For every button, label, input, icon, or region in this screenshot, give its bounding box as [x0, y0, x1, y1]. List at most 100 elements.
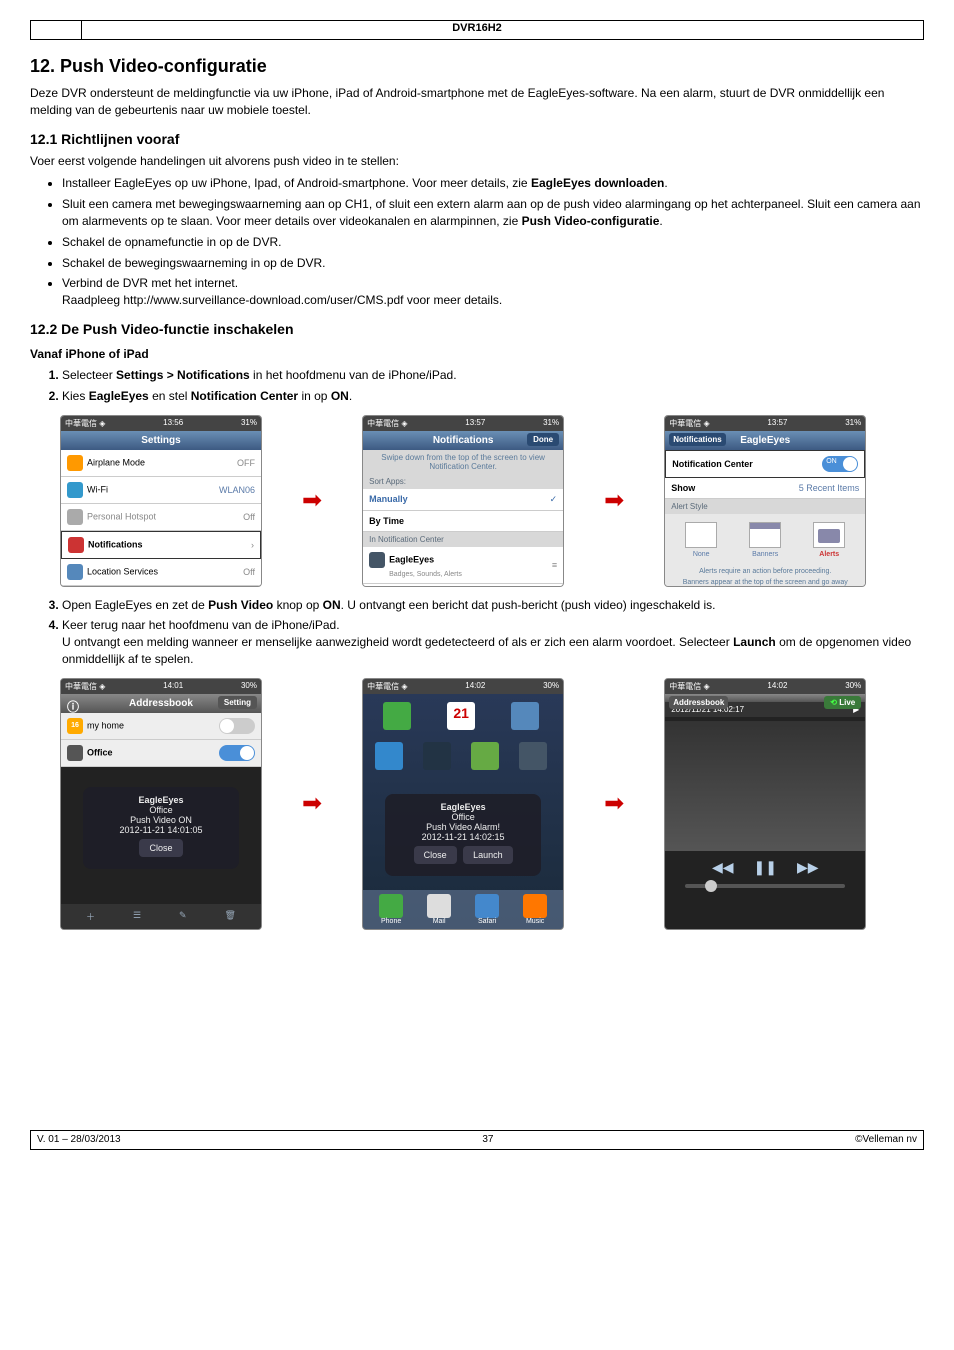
- slider[interactable]: [665, 884, 865, 888]
- phone-settings-screen: 中華電信 ◈13:5631% Settings Airplane ModeOFF…: [60, 415, 262, 587]
- notifications-icon: [68, 537, 84, 553]
- section-12-2-heading: 12.2 De Push Video-functie inschakelen: [30, 321, 924, 337]
- status-bar: 中華電信 ◈13:5631%: [61, 416, 261, 431]
- app-icons: 21: [363, 694, 563, 738]
- music-dock-icon[interactable]: Music: [523, 894, 547, 925]
- section-12-intro: Deze DVR ondersteunt de meldingfunctie v…: [30, 85, 924, 119]
- step-4: Keer terug naar het hoofdmenu van de iPh…: [62, 617, 924, 667]
- playback-controls: ◀◀ ❚❚ ▶▶: [665, 851, 865, 884]
- app-icon[interactable]: [423, 742, 451, 770]
- rewind-button[interactable]: ◀◀: [712, 859, 734, 876]
- bullet-1-bold: EagleEyes downloaden: [531, 176, 664, 190]
- steps-list: Selecteer Settings > Notifications in he…: [30, 367, 924, 405]
- bullet-3: Schakel de opnamefunctie in op de DVR.: [62, 234, 924, 251]
- launch-button[interactable]: Launch: [463, 846, 513, 864]
- hotspot-icon: [67, 509, 83, 525]
- calendar-app-icon[interactable]: 21: [447, 702, 475, 730]
- bullet-1: Installeer EagleEyes op uw iPhone, Ipad,…: [62, 175, 924, 192]
- app-icon[interactable]: [471, 742, 499, 770]
- status-bar: 中華電信 ◈14:0230%: [363, 679, 563, 694]
- swipe-hint: Swipe down from the top of the screen to…: [363, 450, 563, 474]
- step-3: Open EagleEyes en zet de Push Video knop…: [62, 597, 924, 614]
- office-toggle[interactable]: [219, 745, 255, 761]
- bullet-2-text: Sluit een camera met bewegingswaarneming…: [62, 197, 921, 228]
- hotspot-row[interactable]: Personal HotspotOff: [61, 504, 261, 531]
- office-row[interactable]: Office: [61, 740, 261, 767]
- pause-button[interactable]: ❚❚: [753, 859, 776, 876]
- done-button[interactable]: Done: [527, 433, 559, 446]
- back-button[interactable]: Notifications: [669, 433, 725, 446]
- wifi-row[interactable]: Wi-FiWLAN06: [61, 477, 261, 504]
- close-button[interactable]: Close: [139, 839, 182, 857]
- notif-center-row[interactable]: Notification CenterON: [665, 450, 865, 478]
- list-icon[interactable]: ☰: [133, 910, 141, 923]
- info-icon[interactable]: ⓘ: [67, 698, 79, 715]
- trash-icon[interactable]: 🗑: [225, 910, 236, 923]
- bullet-2-bold: Push Video-configuratie: [522, 214, 660, 228]
- status-bar: 中華電信 ◈14:0130%: [61, 679, 261, 694]
- carrier-row[interactable]: Carrier Chunghwa Telecom›: [61, 586, 261, 587]
- screenshot-row-1: 中華電信 ◈13:5631% Settings Airplane ModeOFF…: [30, 415, 924, 587]
- arrow-icon: ➡: [604, 486, 624, 515]
- push-alert: EagleEyes Office Push Video ON 2012-11-2…: [83, 787, 239, 869]
- push-alarm-alert: EagleEyes Office Push Video Alarm! 2012-…: [385, 794, 541, 876]
- show-row[interactable]: Show5 Recent Items: [665, 478, 865, 499]
- step-1: Selecteer Settings > Notifications in he…: [62, 367, 924, 384]
- section-12-2-sub: Vanaf iPhone of iPad: [30, 347, 924, 361]
- weather-row[interactable]: Weather Widget≡: [363, 584, 563, 587]
- phone-addressbook-alert: 中華電信 ◈14:0130% ⓘAddressbookSetting 16my …: [60, 678, 262, 930]
- app-icon[interactable]: [375, 742, 403, 770]
- alert-title: EagleEyes: [441, 802, 486, 812]
- live-button[interactable]: ⟲ Live: [824, 696, 861, 709]
- bytime-row[interactable]: By Time: [363, 511, 563, 532]
- manually-row[interactable]: Manually✓: [363, 489, 563, 511]
- bullet-1-text: Installeer EagleEyes op uw iPhone, Ipad,…: [62, 176, 531, 190]
- footer-version: V. 01 – 28/03/2013: [37, 1134, 121, 1145]
- airplane-mode-row[interactable]: Airplane ModeOFF: [61, 450, 261, 477]
- nav-title: ⓘAddressbookSetting: [61, 694, 261, 713]
- video-frame: [665, 721, 865, 851]
- status-bar: 中華電信 ◈13:5731%: [363, 416, 563, 431]
- airplane-icon: [67, 455, 83, 471]
- page-footer: V. 01 – 28/03/2013 37 ©Velleman nv: [30, 1130, 924, 1150]
- wifi-icon: [67, 482, 83, 498]
- header-title: DVR16H2: [452, 22, 502, 34]
- nav-title: NotificationsDone: [363, 431, 563, 450]
- mail-dock-icon[interactable]: Mail: [427, 894, 451, 925]
- notifications-row[interactable]: Notifications›: [61, 531, 261, 559]
- photos-app-icon[interactable]: [511, 702, 539, 730]
- eagleeyes-icon: [369, 552, 385, 568]
- edit-icon[interactable]: ✎: [179, 910, 187, 923]
- style-banners[interactable]: Banners: [749, 522, 781, 558]
- sort-apps-label: Sort Apps:: [363, 474, 563, 489]
- header-divider: [81, 21, 82, 39]
- phone-dock-icon[interactable]: Phone: [379, 894, 403, 925]
- close-button[interactable]: Close: [414, 846, 457, 864]
- notif-center-toggle[interactable]: ON: [822, 456, 858, 472]
- eagleeyes-row[interactable]: EagleEyesBadges, Sounds, Alerts≡: [363, 547, 563, 584]
- status-bar: 中華電信 ◈13:5731%: [665, 416, 865, 431]
- style-none[interactable]: None: [685, 522, 717, 558]
- alert-note-2: Banners appear at the top of the screen …: [665, 577, 865, 587]
- safari-dock-icon[interactable]: Safari: [475, 894, 499, 925]
- ch16-icon: 16: [67, 718, 83, 734]
- app-icon[interactable]: [519, 742, 547, 770]
- alert-note-1: Alerts require an action before proceedi…: [665, 566, 865, 577]
- forward-button[interactable]: ▶▶: [797, 859, 819, 876]
- style-alerts[interactable]: Alerts: [813, 522, 845, 558]
- myhome-toggle[interactable]: [219, 718, 255, 734]
- setting-button[interactable]: Setting: [218, 696, 257, 709]
- add-icon[interactable]: ＋: [86, 910, 95, 923]
- phone-eagleeyes-screen: 中華電信 ◈13:5731% NotificationsEagleEyes No…: [664, 415, 866, 587]
- nav-title: Settings: [61, 431, 261, 450]
- myhome-row[interactable]: 16my home: [61, 713, 261, 740]
- bullet-4: Schakel de bewegingswaarneming in op de …: [62, 255, 924, 272]
- location-row[interactable]: Location ServicesOff: [61, 559, 261, 586]
- app-icons-2: [363, 738, 563, 774]
- step-2: Kies EagleEyes en stel Notification Cent…: [62, 388, 924, 405]
- bullet-5: Verbind de DVR met het internet.Raadplee…: [62, 275, 924, 309]
- section-12-1-intro: Voer eerst volgende handelingen uit alvo…: [30, 153, 924, 170]
- messages-app-icon[interactable]: [383, 702, 411, 730]
- section-12-heading: 12. Push Video-configuratie: [30, 56, 924, 77]
- back-button[interactable]: Addressbook: [669, 696, 728, 709]
